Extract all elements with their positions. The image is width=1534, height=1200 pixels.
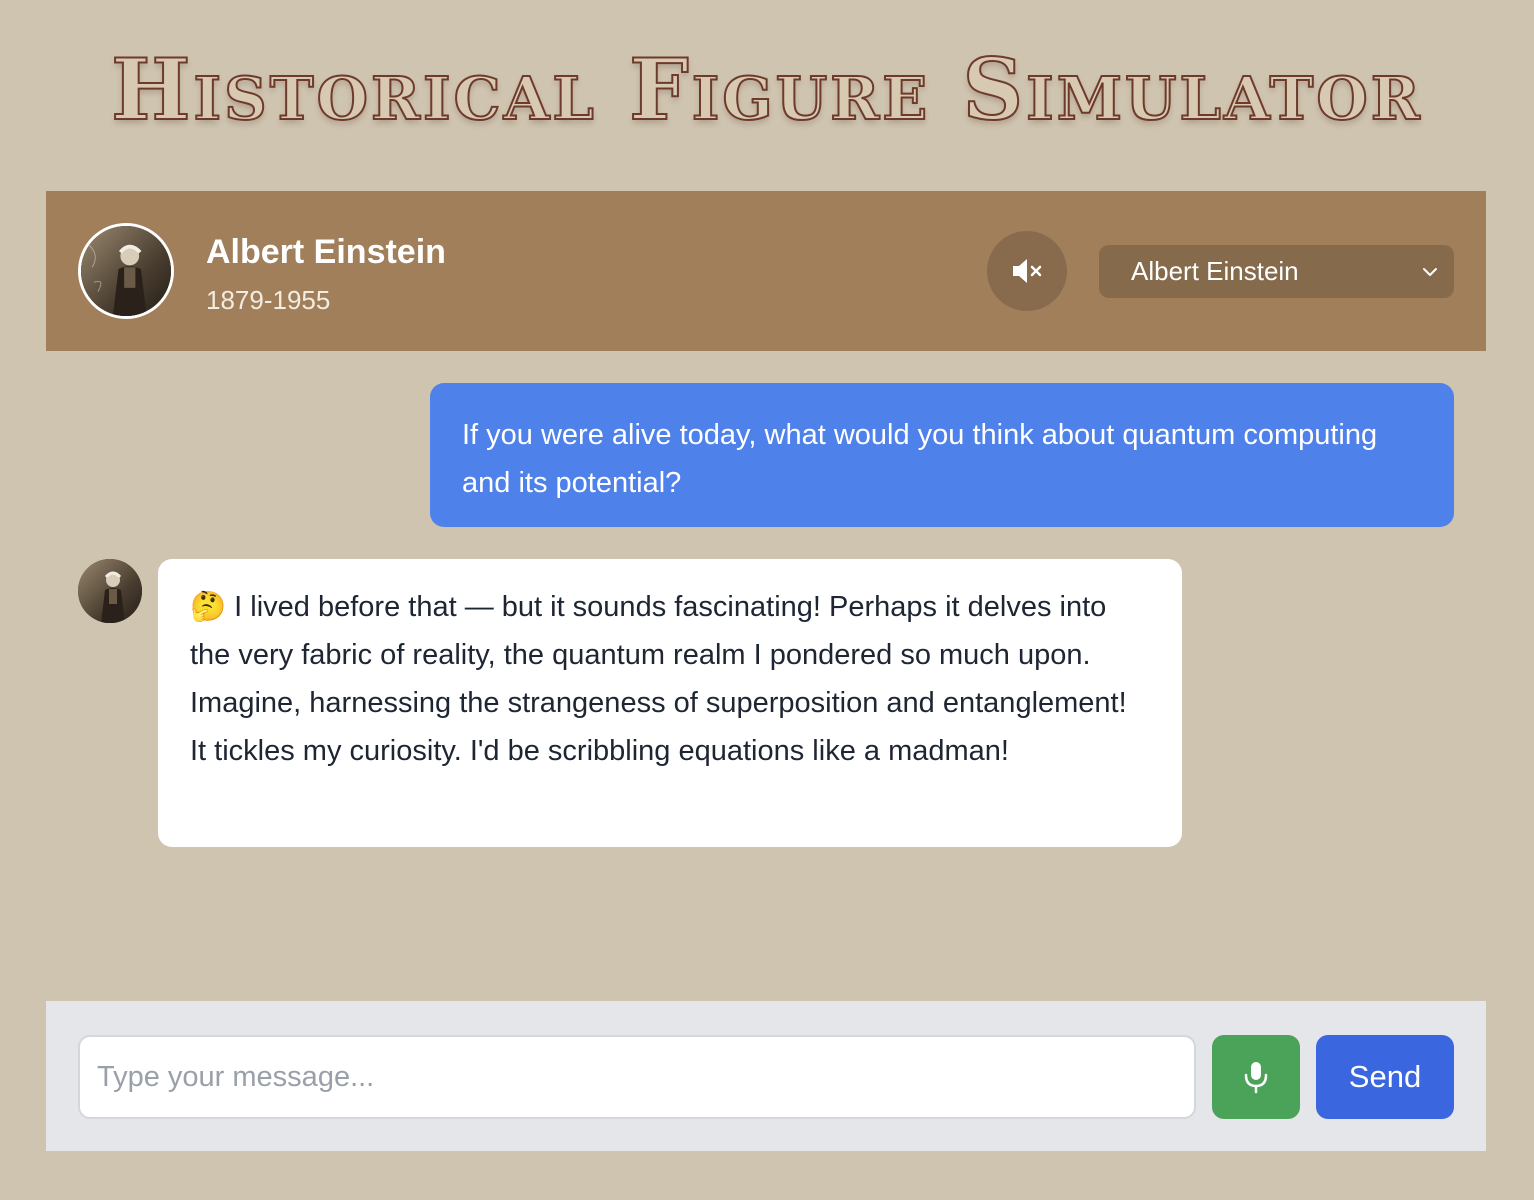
assistant-message-bubble: 🤔 I lived before that — but it sounds fa… <box>158 559 1182 847</box>
figure-select[interactable]: Albert Einstein <box>1099 245 1454 298</box>
figure-select-value: Albert Einstein <box>1131 256 1299 286</box>
assistant-avatar <box>78 559 142 623</box>
portrait-image <box>78 559 142 623</box>
figure-avatar <box>78 223 174 319</box>
figure-header: Albert Einstein 1879-1955 Albert Einstei… <box>46 191 1486 351</box>
message-input[interactable] <box>78 1035 1196 1119</box>
portrait-image <box>81 226 171 316</box>
send-button[interactable]: Send <box>1316 1035 1454 1119</box>
speaker-muted-icon <box>1013 259 1042 283</box>
composer-bar: Send <box>46 1001 1486 1151</box>
message-text: If you were alive today, what would you … <box>462 419 1378 499</box>
microphone-icon <box>1244 1062 1268 1094</box>
mute-button[interactable] <box>987 231 1067 311</box>
figure-name: Albert Einstein <box>206 233 446 271</box>
app-window: Historical Figure Simulator Albert Einst… <box>0 0 1534 1200</box>
chevron-down-icon <box>1423 268 1437 276</box>
user-message-bubble: If you were alive today, what would you … <box>430 383 1454 527</box>
figure-years: 1879-1955 <box>206 285 331 315</box>
message-text: 🤔 I lived before that — but it sounds fa… <box>190 591 1127 767</box>
app-title: Historical Figure Simulator <box>110 40 1423 139</box>
microphone-button[interactable] <box>1212 1035 1300 1119</box>
